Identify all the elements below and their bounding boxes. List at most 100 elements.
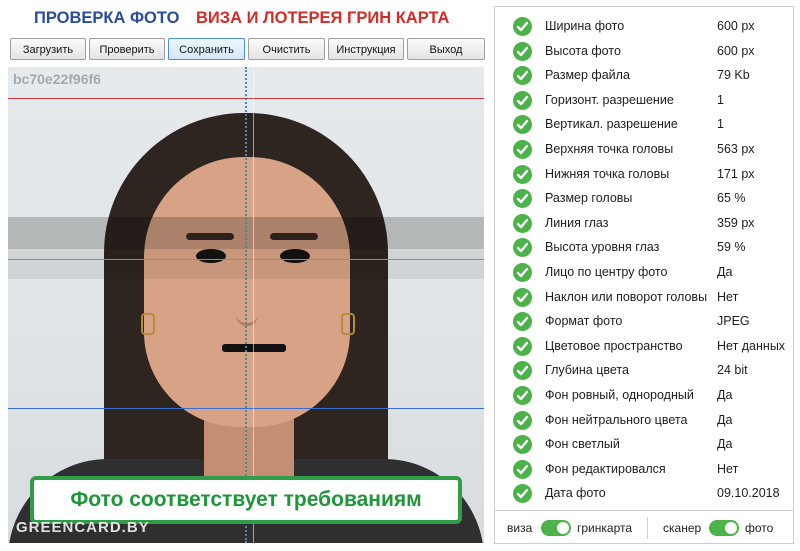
center-guide-line-light xyxy=(253,67,254,543)
check-label: Фон светлый xyxy=(545,437,620,452)
app-subtitle: ВИЗА И ЛОТЕРЕЯ ГРИН КАРТА xyxy=(196,9,450,27)
check-row: Формат фото JPEG xyxy=(495,309,793,333)
check-label: Высота уровня глаз xyxy=(545,240,660,255)
check-ok-icon xyxy=(513,336,532,356)
check-label: Линия глаз xyxy=(545,215,609,230)
check-value: Нет данных xyxy=(717,338,786,353)
check-row: Верхняя точка головы 563 px xyxy=(495,137,793,161)
check-row: Высота уровня глаз 59 % xyxy=(495,235,793,259)
check-value: JPEG xyxy=(717,314,750,329)
check-label: Глубина цвета xyxy=(545,363,629,378)
check-value: Да xyxy=(717,412,733,427)
check-label: Лицо по центру фото xyxy=(545,265,668,279)
check-row: Нижняя точка головы 171 px xyxy=(495,162,793,186)
photo-preview[interactable]: bc70e22f96f6 Фото соответствует требован… xyxy=(8,67,484,543)
check-value: 65 % xyxy=(717,191,746,206)
check-ok-icon xyxy=(513,140,532,159)
check-row: Фон ровный, однородный Да xyxy=(495,383,793,407)
check-value: 24 bit xyxy=(717,363,748,378)
result-status-box: Фото соответствует требованиям xyxy=(30,476,462,524)
check-row: Высота фото 600 px xyxy=(495,39,793,63)
check-value: Да xyxy=(717,265,733,279)
check-label: Горизонт. разрешение xyxy=(545,92,674,107)
check-ok-icon xyxy=(513,386,532,405)
check-value: Нет xyxy=(717,461,739,476)
check-label: Цветовое пространство xyxy=(545,338,683,353)
check-value: 600 px xyxy=(717,43,755,58)
check-ok-icon xyxy=(513,164,532,184)
check-label: Верхняя точка головы xyxy=(545,142,674,156)
check-row: Фон нейтрального цвета Да xyxy=(495,408,793,432)
check-label: Наклон или поворот головы xyxy=(545,289,708,304)
check-value: 1 xyxy=(717,92,724,107)
check-value: 59 % xyxy=(717,240,746,255)
check-label: Нижняя точка головы xyxy=(545,166,670,181)
visa-greencard-toggle[interactable] xyxy=(541,520,571,536)
check-ok-icon xyxy=(513,66,532,86)
visa-label: виза xyxy=(507,521,533,535)
photo-id: bc70e22f96f6 xyxy=(13,71,101,87)
check-ok-icon xyxy=(513,41,532,61)
check-ok-icon xyxy=(513,90,532,110)
check-ok-icon xyxy=(513,115,532,135)
header: ПРОВЕРКА ФОТО ВИЗА И ЛОТЕРЕЯ ГРИН КАРТА xyxy=(0,9,490,31)
check-ok-icon xyxy=(513,410,532,430)
check-value: 359 px xyxy=(717,215,755,230)
greencard-label: гринкарта xyxy=(577,521,633,535)
check-ok-icon xyxy=(513,213,532,233)
check-ok-icon xyxy=(513,361,532,381)
save-button[interactable]: Сохранить xyxy=(168,38,245,60)
check-row: Размер файла 79 Kb xyxy=(495,63,793,87)
check-value: 79 Kb xyxy=(717,68,750,83)
check-row: Наклон или поворот головы Нет xyxy=(495,285,793,309)
check-row: Дата фото 09.10.2018 xyxy=(495,481,793,505)
check-ok-icon xyxy=(513,312,532,332)
check-ok-icon xyxy=(513,435,532,455)
check-value: 171 px xyxy=(717,166,755,181)
watermark: GREENCARD.BY xyxy=(16,519,150,536)
check-label: Фон редактировался xyxy=(545,461,666,476)
check-row: Цветовое пространство Нет данных xyxy=(495,334,793,358)
check-row: Вертикал. разрешение 1 xyxy=(495,112,793,136)
mode-toggles: виза гринкарта сканер фото xyxy=(495,510,793,545)
check-value: 1 xyxy=(717,117,724,132)
check-ok-icon xyxy=(513,287,532,307)
clear-button[interactable]: Очистить xyxy=(248,38,325,60)
check-row: Ширина фото 600 px xyxy=(495,14,793,38)
check-value: Да xyxy=(717,437,733,452)
check-row: Лицо по центру фото Да xyxy=(495,260,793,284)
toolbar: Загрузить Проверить Сохранить Очистить И… xyxy=(10,38,486,62)
scanner-photo-toggle[interactable] xyxy=(709,520,739,536)
check-ok-icon xyxy=(513,459,532,479)
check-label: Высота фото xyxy=(545,43,621,58)
check-row: Глубина цвета 24 bit xyxy=(495,358,793,382)
load-button[interactable]: Загрузить xyxy=(10,38,86,60)
check-label: Фон ровный, однородный xyxy=(545,388,694,402)
center-guide-line xyxy=(245,67,247,543)
check-value: 563 px xyxy=(717,142,755,156)
exit-button[interactable]: Выход xyxy=(407,38,485,60)
app-title: ПРОВЕРКА ФОТО xyxy=(34,9,180,27)
check-row: Фон редактировался Нет xyxy=(495,457,793,481)
check-value: Нет xyxy=(717,289,739,304)
check-button[interactable]: Проверить xyxy=(89,38,165,60)
check-value: 600 px xyxy=(717,19,755,33)
check-row: Фон светлый Да xyxy=(495,432,793,456)
check-ok-icon xyxy=(513,238,532,258)
instruction-button[interactable]: Инструкция xyxy=(328,38,404,60)
check-row: Горизонт. разрешение 1 xyxy=(495,88,793,112)
check-label: Размер головы xyxy=(545,191,633,206)
check-ok-icon xyxy=(513,189,532,209)
footer-divider xyxy=(647,517,648,539)
check-value: Да xyxy=(717,388,733,402)
check-row: Линия глаз 359 px xyxy=(495,211,793,235)
check-label: Дата фото xyxy=(545,486,606,501)
check-value: 09.10.2018 xyxy=(717,486,780,501)
check-label: Вертикал. разрешение xyxy=(545,117,678,132)
scanner-label: сканер xyxy=(663,521,702,535)
check-ok-icon xyxy=(513,17,532,36)
check-ok-icon xyxy=(513,484,532,504)
check-label: Фон нейтрального цвета xyxy=(545,412,688,427)
mouth xyxy=(222,344,286,352)
photo-label: фото xyxy=(745,521,774,535)
